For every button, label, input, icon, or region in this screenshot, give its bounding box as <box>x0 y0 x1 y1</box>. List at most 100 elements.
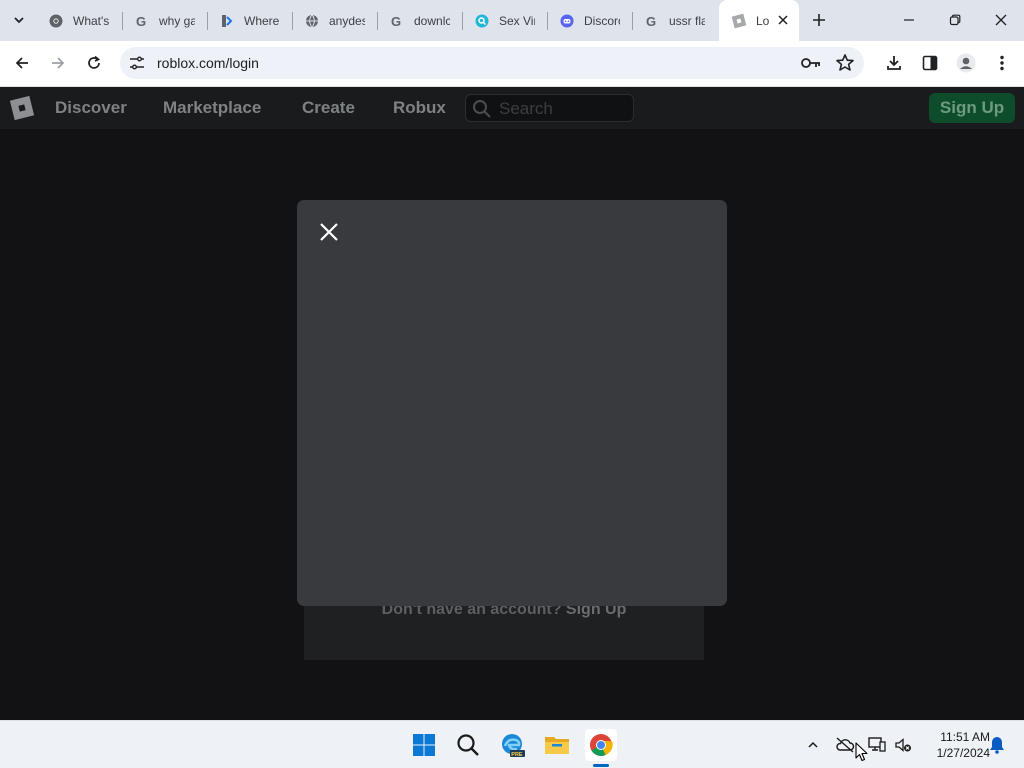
nav-marketplace[interactable]: Marketplace <box>163 98 261 118</box>
network-icon <box>868 737 886 752</box>
volume-button[interactable] <box>892 734 914 756</box>
tab-title: Discorc <box>584 13 620 28</box>
google-icon: G <box>134 13 150 29</box>
url-text: roblox.com/login <box>157 55 259 71</box>
chrome-icon <box>48 13 64 29</box>
tab-where[interactable]: Where <box>207 0 292 41</box>
active-app-indicator <box>593 764 609 767</box>
chevron-down-icon <box>14 17 24 24</box>
address-bar[interactable]: roblox.com/login <box>120 47 864 79</box>
notifications-button[interactable] <box>986 734 1008 756</box>
network-button[interactable] <box>866 734 888 756</box>
tab-why-ga[interactable]: G why ga <box>122 0 207 41</box>
search-icon <box>457 734 479 756</box>
tab-ussr-flag[interactable]: G ussr fla <box>632 0 717 41</box>
tab-title: Where <box>244 13 280 28</box>
roblox-search-input[interactable]: Search <box>465 94 634 122</box>
more-vert-icon <box>1000 55 1004 71</box>
chevron-up-icon <box>808 741 818 748</box>
globe-icon <box>304 13 320 29</box>
tab-discord[interactable]: Discorc <box>547 0 632 41</box>
edge-beta-button[interactable]: PRE <box>497 729 529 761</box>
arrow-right-icon <box>52 57 65 69</box>
download-icon <box>887 56 901 70</box>
bell-icon <box>990 737 1004 754</box>
close-tab-icon[interactable] <box>775 12 791 28</box>
tab-title: What's <box>73 13 109 28</box>
taskbar-search-button[interactable] <box>452 729 484 761</box>
new-tab-button[interactable] <box>808 9 830 31</box>
tab-title: why ga <box>159 13 195 28</box>
back-button[interactable] <box>10 51 34 75</box>
mouse-cursor-icon <box>855 742 868 762</box>
tab-whats[interactable]: What's <box>36 0 121 41</box>
search-site-icon <box>474 13 490 29</box>
login-modal <box>297 200 727 606</box>
restore-button[interactable] <box>940 6 970 34</box>
signup-button[interactable]: Sign Up <box>929 93 1015 123</box>
menu-button[interactable] <box>990 51 1014 75</box>
nav-create[interactable]: Create <box>302 98 355 118</box>
reload-button[interactable] <box>82 51 106 75</box>
file-explorer-button[interactable] <box>541 729 573 761</box>
edge-beta-icon: PRE <box>502 734 525 758</box>
site-icon <box>219 13 235 29</box>
tab-anydesk[interactable]: anydes <box>292 0 377 41</box>
tab-title: downlc <box>414 13 450 28</box>
key-icon[interactable] <box>800 54 822 72</box>
close-modal-icon[interactable] <box>318 221 340 243</box>
tab-title: Lo <box>756 13 770 28</box>
start-icon <box>413 734 435 756</box>
file-explorer-icon <box>545 737 569 754</box>
reload-icon <box>88 55 101 69</box>
cloud-offline-icon <box>836 737 855 753</box>
volume-muted-icon <box>895 738 911 752</box>
show-hidden-icons-button[interactable] <box>802 734 824 756</box>
clock-time: 11:51 AM <box>940 730 990 744</box>
downloads-button[interactable] <box>882 51 906 75</box>
search-icon <box>473 100 491 118</box>
svg-text:G: G <box>646 14 656 28</box>
site-settings-icon[interactable] <box>128 54 146 72</box>
tab-login-active[interactable]: Lo <box>719 0 799 41</box>
chrome-taskbar-button[interactable] <box>585 729 617 761</box>
clock-date: 1/27/2024 <box>936 746 990 760</box>
tab-title: anydes <box>329 13 365 28</box>
tab-title: ussr fla <box>669 13 705 28</box>
close-icon <box>995 14 1007 26</box>
minimize-icon <box>904 19 914 21</box>
search-placeholder: Search <box>499 99 553 118</box>
tab-strip: What's G why ga Where anydes G downlc Se… <box>0 0 1024 41</box>
tab-search-button[interactable] <box>7 8 31 32</box>
taskbar: PRE 11:51 AM 1/27/2024 <box>0 720 1024 768</box>
roblox-header: Discover Marketplace Create Robux Search… <box>0 87 1024 129</box>
plus-icon <box>813 14 825 26</box>
roblox-logo-icon[interactable] <box>9 95 35 121</box>
discord-icon <box>559 13 575 29</box>
svg-text:G: G <box>391 14 401 28</box>
profile-icon <box>956 53 976 73</box>
svg-text:PRE: PRE <box>511 752 523 758</box>
profile-button[interactable] <box>954 51 978 75</box>
system-clock[interactable]: 11:51 AM 1/27/2024 <box>918 729 990 761</box>
chrome-icon <box>590 734 613 756</box>
start-button[interactable] <box>408 729 440 761</box>
google-icon: G <box>644 13 660 29</box>
side-panel-button[interactable] <box>918 51 942 75</box>
onedrive-button[interactable] <box>834 734 856 756</box>
svg-text:G: G <box>136 14 146 28</box>
tab-sex-vir[interactable]: Sex Vir <box>462 0 547 41</box>
close-window-button[interactable] <box>986 6 1016 34</box>
forward-button[interactable] <box>46 51 70 75</box>
minimize-button[interactable] <box>894 6 924 34</box>
google-icon: G <box>389 13 405 29</box>
restore-icon <box>949 14 961 26</box>
roblox-tab-icon <box>731 13 747 29</box>
browser-toolbar: roblox.com/login <box>0 41 1024 87</box>
side-panel-icon <box>922 55 938 71</box>
nav-discover[interactable]: Discover <box>55 98 127 118</box>
login-page: Don't have an account? Sign Up <box>0 129 1024 720</box>
star-icon[interactable] <box>835 53 855 73</box>
nav-robux[interactable]: Robux <box>393 98 446 118</box>
tab-download[interactable]: G downlc <box>377 0 462 41</box>
